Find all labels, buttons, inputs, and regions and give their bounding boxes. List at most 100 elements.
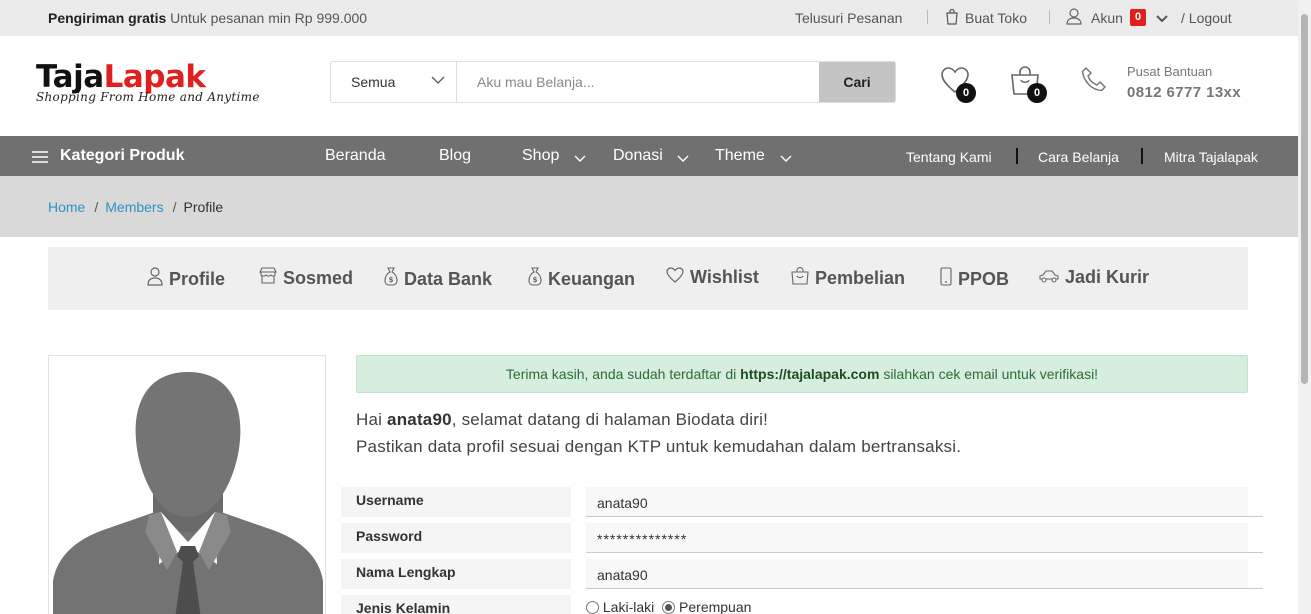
site-logo[interactable]: TajaLapak Shopping From Home and Anytime [36,60,260,104]
nav-blog[interactable]: Blog [439,147,471,165]
logo-tagline: Shopping From Home and Anytime [36,90,260,104]
cart-button[interactable]: 0 [1010,66,1047,103]
profile-avatar[interactable] [48,355,326,614]
user-icon [147,267,163,291]
money-bag-icon: $ [528,267,542,291]
tab-label: Sosmed [283,267,354,288]
main-nav: Kategori Produk Beranda Blog Shop Donasi… [0,136,1298,176]
breadcrumb: Home / Members / Profile [48,199,223,215]
tab-label: PPOB [958,268,1010,289]
breadcrumb-separator: / [172,199,177,215]
gender-label: Jenis Kelamin [341,595,571,614]
account-link[interactable]: Akun [1091,10,1123,26]
tab-keuangan[interactable]: $ Keuangan [528,267,635,291]
tab-label: Keuangan [548,268,636,289]
wishlist-count: 0 [956,83,976,103]
nav-shop[interactable]: Shop [522,147,559,165]
nav-donation[interactable]: Donasi [613,147,663,165]
gender-radio-male[interactable] [586,601,599,614]
divider [1049,10,1050,24]
greeting-username: anata90 [387,410,452,429]
money-bag-icon: $ [384,267,398,291]
nav-theme[interactable]: Theme [715,147,765,165]
shopping-bag-icon [791,267,809,290]
top-bar: Pengiriman gratis Untuk pesanan min Rp 9… [0,0,1298,36]
help-center[interactable]: Pusat Bantuan 0812 6777 13xx [1127,64,1241,101]
tab-wishlist[interactable]: Wishlist [666,267,759,288]
breadcrumb-current: Profile [183,199,224,215]
menu-icon[interactable] [32,150,48,168]
help-phone: 0812 6777 13xx [1127,84,1242,101]
open-store-link[interactable]: Buat Toko [965,10,1027,26]
form-row-fullname: Nama Lengkap anata90 [341,559,1263,589]
mobile-phone-icon [940,267,952,291]
nav-about[interactable]: Tentang Kami [906,149,992,165]
category-select[interactable]: Semua [331,62,457,102]
gender-male-label: Laki-laki [602,599,655,614]
member-tabs: Profile Sosmed $ Data Bank $ Keuangan Wi… [48,247,1248,310]
chevron-down-icon [779,151,793,169]
greeting-line2: Pastikan data profil sesuai dengan KTP u… [356,437,962,456]
tab-label: Pembelian [815,268,906,288]
search-input[interactable] [457,62,819,102]
divider [586,552,1263,553]
fullname-field[interactable]: anata90 [586,559,1248,589]
help-label: Pusat Bantuan [1127,64,1213,79]
account-badge: 0 [1130,9,1147,26]
promo-title: Pengiriman gratis [48,10,167,26]
password-field[interactable]: ************** [586,523,1248,553]
tab-data-bank[interactable]: $ Data Bank [384,267,492,291]
tab-label: Jadi Kurir [1065,267,1150,287]
nav-home[interactable]: Beranda [325,147,386,165]
svg-text:$: $ [389,276,394,284]
free-shipping-promo: Pengiriman gratis Untuk pesanan min Rp 9… [48,10,367,26]
tab-ppob[interactable]: PPOB [940,267,1009,291]
chevron-down-icon [430,72,446,91]
store-icon [946,8,958,28]
username-field[interactable]: anata90 [586,487,1248,517]
category-select-value: Semua [351,74,396,90]
breadcrumb-home[interactable]: Home [48,199,85,215]
alert-site-link[interactable]: https://tajalapak.com [740,366,879,382]
promo-text: Untuk pesanan min Rp 999.000 [170,10,368,26]
chevron-down-icon[interactable] [1155,11,1169,27]
page-scrollbar-thumb[interactable] [1301,14,1308,384]
cart-count: 0 [1027,83,1047,103]
user-icon [1066,8,1082,28]
search-bar: Semua Cari [330,61,896,103]
site-header: TajaLapak Shopping From Home and Anytime… [0,36,1298,136]
password-label: Password [341,523,571,553]
tab-profile[interactable]: Profile [147,267,225,291]
tab-sosmed[interactable]: Sosmed [259,267,353,289]
track-orders-link[interactable]: Telusuri Pesanan [795,10,902,26]
breadcrumb-members[interactable]: Members [105,199,163,215]
tab-label: Profile [169,268,226,289]
avatar-silhouette [49,356,325,614]
tab-jadi-kurir[interactable]: Jadi Kurir [1039,267,1149,288]
nav-categories[interactable]: Kategori Produk [60,147,184,165]
gender-female-label: Perempuan [679,599,752,614]
wishlist-button[interactable]: 0 [940,66,976,103]
chevron-down-icon [573,151,587,169]
divider [1016,148,1018,164]
tab-pembelian[interactable]: Pembelian [791,267,905,290]
car-icon [1039,267,1059,288]
username-label: Username [341,487,571,517]
form-row-username: Username anata90 [341,487,1263,517]
heart-icon [666,267,684,288]
welcome-message: Hai anata90, selamat datang di halaman B… [356,406,961,460]
search-button[interactable]: Cari [819,62,895,102]
svg-text:$: $ [533,276,538,284]
greeting-line1: , selamat datang di halaman Biodata diri… [451,410,769,429]
nav-how-to-shop[interactable]: Cara Belanja [1038,149,1119,165]
divider [586,588,1263,589]
phone-icon [1080,66,1108,99]
logout-link[interactable]: / Logout [1181,10,1232,26]
chevron-down-icon [676,151,690,169]
storefront-icon [259,267,277,289]
fullname-label: Nama Lengkap [341,559,571,589]
alert-text-before: Terima kasih, anda sudah terdaftar di [505,366,737,382]
nav-partner[interactable]: Mitra Tajalapak [1164,149,1258,165]
gender-radio-female[interactable] [662,601,676,614]
breadcrumb-separator: / [94,199,99,215]
